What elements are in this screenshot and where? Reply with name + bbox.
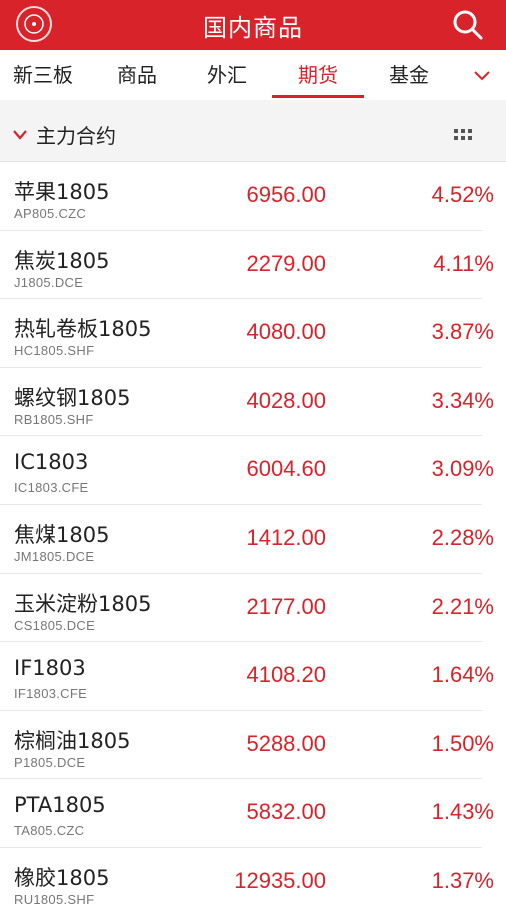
tab-label: 基金 <box>389 63 429 87</box>
tab-label: 商品 <box>117 63 157 87</box>
list-item[interactable]: IC1803 IC1803.CFE 6004.60 3.09% <box>0 436 494 505</box>
contract-code: HC1805.SHF <box>14 343 95 359</box>
contract-change: 1.64% <box>431 662 494 688</box>
contract-code: RU1805.SHF <box>14 891 95 907</box>
contract-name: 焦炭1805 <box>14 248 110 273</box>
contract-price: 12935.00 <box>234 867 326 893</box>
list-item[interactable]: 苹果1805 AP805.CZC 6956.00 4.52% <box>0 162 494 231</box>
page-title: 国内商品 <box>203 13 303 42</box>
tab-label: 期货 <box>298 63 338 87</box>
contract-change: 3.87% <box>431 319 494 345</box>
contract-name: 苹果1805 <box>14 180 110 204</box>
contract-name: 橡胶1805 <box>14 865 110 890</box>
list-item[interactable]: 焦炭1805 J1805.DCE 2279.00 4.11% <box>0 231 494 300</box>
active-tab-indicator <box>272 95 364 98</box>
contract-code: IC1803.CFE <box>14 480 89 496</box>
list-item[interactable]: 热轧卷板1805 HC1805.SHF 4080.00 3.87% <box>0 299 494 368</box>
contract-price: 4028.00 <box>246 387 326 413</box>
list-item[interactable]: PTA1805 TA805.CZC 5832.00 1.43% <box>0 779 494 848</box>
contract-code: IF1803.CFE <box>14 686 88 702</box>
tab-commodities[interactable]: 商品 <box>94 50 180 100</box>
contract-change: 4.11% <box>433 250 494 276</box>
contract-name: 玉米淀粉1805 <box>14 591 152 616</box>
tab-label: 外汇 <box>207 63 247 87</box>
search-icon[interactable] <box>452 9 484 41</box>
contract-change: 3.09% <box>431 456 494 482</box>
contract-code: RB1805.SHF <box>14 411 94 427</box>
contract-price: 2279.00 <box>246 250 326 276</box>
list-item[interactable]: 焦煤1805 JM1805.DCE 1412.00 2.28% <box>0 505 494 574</box>
list-item[interactable]: 棕榈油1805 P1805.DCE 5288.00 1.50% <box>0 711 494 780</box>
contract-name: PTA1805 <box>14 793 106 818</box>
list-item[interactable]: 橡胶1805 RU1805.SHF 12935.00 1.37% <box>0 848 494 916</box>
contract-code: JM1805.DCE <box>14 548 95 564</box>
chevron-down-icon[interactable] <box>472 66 492 86</box>
category-tabs: 新三板 商品 外汇 期货 基金 <box>0 50 506 101</box>
contract-price: 5832.00 <box>246 799 326 825</box>
contract-code: J1805.DCE <box>14 274 84 290</box>
contract-price: 4108.20 <box>246 662 326 688</box>
contract-code: AP805.CZC <box>14 206 87 221</box>
contract-change: 2.21% <box>431 593 494 619</box>
tab-funds[interactable]: 基金 <box>366 50 452 100</box>
contract-change: 4.52% <box>431 182 494 207</box>
chevron-down-icon[interactable] <box>12 126 28 140</box>
contract-name: 热轧卷板1805 <box>14 317 152 342</box>
top-bar: 国内商品 <box>0 0 506 50</box>
contract-price: 6004.60 <box>246 456 326 482</box>
tab-forex[interactable]: 外汇 <box>184 50 270 100</box>
list-item[interactable]: 螺纹钢1805 RB1805.SHF 4028.00 3.34% <box>0 368 494 437</box>
list-item[interactable]: IF1803 IF1803.CFE 4108.20 1.64% <box>0 642 494 711</box>
contract-code: TA805.CZC <box>14 823 85 839</box>
contract-change: 2.28% <box>431 524 494 550</box>
grid-view-icon[interactable] <box>454 129 472 143</box>
tab-futures[interactable]: 期货 <box>272 50 364 100</box>
contract-change: 1.43% <box>431 799 494 825</box>
tab-label: 新三板 <box>13 63 73 87</box>
contract-price: 2177.00 <box>246 593 326 619</box>
tab-new-third-board[interactable]: 新三板 <box>0 50 86 100</box>
app-logo-icon[interactable] <box>16 6 52 42</box>
contract-name: 焦煤1805 <box>14 522 110 547</box>
contract-list: 苹果1805 AP805.CZC 6956.00 4.52% 焦炭1805 J1… <box>0 162 506 916</box>
contract-name: IF1803 <box>14 656 86 681</box>
contract-price: 5288.00 <box>246 730 326 756</box>
contract-name: IC1803 <box>14 450 89 475</box>
list-item[interactable]: 玉米淀粉1805 CS1805.DCE 2177.00 2.21% <box>0 574 494 643</box>
contract-price: 6956.00 <box>246 182 326 207</box>
section-header[interactable]: 主力合约 <box>0 100 506 162</box>
contract-name: 螺纹钢1805 <box>14 385 131 410</box>
contract-code: CS1805.DCE <box>14 617 96 633</box>
contract-change: 3.34% <box>431 387 494 413</box>
contract-price: 1412.00 <box>246 524 326 550</box>
section-title: 主力合约 <box>36 124 116 148</box>
contract-change: 1.50% <box>431 730 494 756</box>
contract-name: 棕榈油1805 <box>14 728 131 753</box>
contract-price: 4080.00 <box>246 319 326 345</box>
contract-code: P1805.DCE <box>14 754 86 770</box>
contract-change: 1.37% <box>431 867 494 893</box>
